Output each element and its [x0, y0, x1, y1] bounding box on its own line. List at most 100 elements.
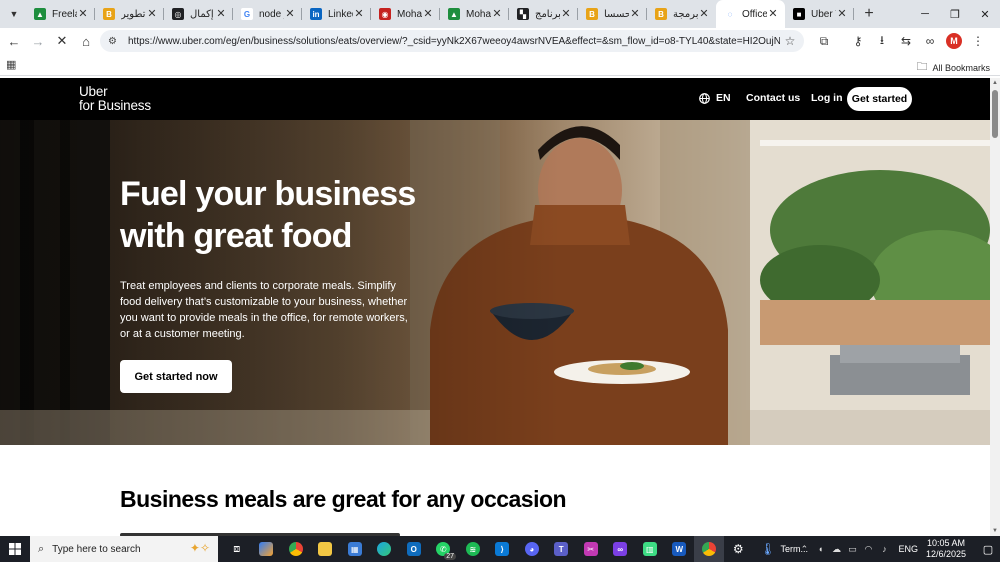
- snipping-tool-icon[interactable]: ✂: [576, 536, 606, 562]
- browser-tab[interactable]: ▚ برنامج ✕: [509, 0, 578, 28]
- chrome-icon[interactable]: [281, 536, 311, 562]
- browser-tab[interactable]: B تطوير ✕: [95, 0, 164, 28]
- scroll-up-arrow-icon[interactable]: ▲: [992, 80, 998, 86]
- home-icon[interactable]: ⌂: [74, 29, 98, 53]
- scroll-down-arrow-icon[interactable]: ▼: [992, 528, 998, 534]
- all-bookmarks-button[interactable]: 🗀 All Bookmarks: [916, 58, 990, 77]
- openai-icon: ◎: [172, 8, 184, 20]
- browser-tab[interactable]: in Linked✕: [302, 0, 371, 28]
- chrome-icon-active[interactable]: [694, 536, 724, 562]
- browser-tab[interactable]: ▲ Freela✕: [26, 0, 95, 28]
- copilot-icon[interactable]: [252, 536, 282, 562]
- tab-close-icon[interactable]: ✕: [284, 8, 296, 20]
- onedrive-cloud-icon[interactable]: ☁: [828, 536, 844, 562]
- input-language-indicator[interactable]: ENG: [898, 544, 918, 554]
- spotify-icon[interactable]: ≋: [458, 536, 488, 562]
- browser-tab[interactable]: B حسسا ✕: [578, 0, 647, 28]
- tab-close-icon[interactable]: ✕: [422, 8, 434, 20]
- tab-close-icon[interactable]: ✕: [767, 8, 779, 20]
- tab-close-icon[interactable]: ✕: [215, 8, 227, 20]
- site-info-icon[interactable]: ⚙: [108, 36, 122, 47]
- browser-tab[interactable]: ◌ Office ✕: [716, 0, 785, 28]
- tab-close-icon[interactable]: ✕: [836, 8, 848, 20]
- close-window-icon[interactable]: ✕: [970, 0, 1000, 28]
- log-in-link[interactable]: Log in: [811, 92, 843, 104]
- more-menu-icon[interactable]: ⋮: [966, 29, 990, 53]
- taskbar-search-placeholder: Type here to search: [52, 543, 141, 555]
- hero-heading: Fuel your business with great food: [120, 175, 416, 255]
- show-hidden-icons-chevron-icon[interactable]: ⌃: [796, 536, 812, 562]
- volume-icon[interactable]: ◖: [812, 536, 828, 562]
- battery-icon[interactable]: ▭: [844, 536, 860, 562]
- minimize-icon[interactable]: ─: [910, 0, 940, 28]
- tab-title: إكمال: [190, 8, 214, 20]
- get-started-now-button[interactable]: Get started now: [120, 360, 232, 393]
- translate-icon[interactable]: ⇆: [894, 29, 918, 53]
- uber-for-business-logo[interactable]: Uber for Business: [79, 85, 151, 113]
- tab-close-icon[interactable]: ✕: [560, 8, 572, 20]
- tab-close-icon[interactable]: ✕: [698, 8, 710, 20]
- word-icon[interactable]: W: [665, 536, 695, 562]
- tab-title: Mohar: [466, 8, 491, 20]
- contact-us-link[interactable]: Contact us: [746, 92, 800, 104]
- speaker-icon[interactable]: ♪: [876, 536, 892, 562]
- scroll-thumb[interactable]: [992, 90, 998, 138]
- extensions-puzzle-icon[interactable]: ⧉: [812, 29, 836, 53]
- password-key-icon[interactable]: ⚷: [846, 29, 870, 53]
- tab-close-icon[interactable]: ✕: [77, 8, 89, 20]
- stop-loading-icon[interactable]: ✕: [50, 29, 74, 53]
- temperature-icon[interactable]: 🌡: [753, 536, 783, 562]
- apps-grid-icon[interactable]: ▦: [6, 59, 18, 71]
- vscode-icon[interactable]: ⟩: [488, 536, 518, 562]
- discord-icon[interactable]: ◕: [517, 536, 547, 562]
- tab-close-icon[interactable]: ✕: [146, 8, 158, 20]
- download-icon[interactable]: ⭳: [870, 29, 894, 53]
- tab-close-icon[interactable]: ✕: [353, 8, 365, 20]
- tab-title: Linked: [328, 8, 353, 20]
- folder-icon: 🗀: [916, 61, 928, 73]
- language-selector[interactable]: EN: [699, 92, 731, 104]
- link-icon[interactable]: ∞: [918, 29, 942, 53]
- taskbar-search-box[interactable]: ⌕ Type here to search ✦✧: [30, 536, 218, 562]
- back-arrow-icon[interactable]: ←: [2, 29, 26, 53]
- tab-search-chevron-icon[interactable]: ▼: [2, 2, 26, 26]
- whatsapp-icon[interactable]: ✆ 27: [429, 536, 459, 562]
- profile-button[interactable]: M: [942, 29, 966, 53]
- new-tab-plus-icon[interactable]: +: [858, 3, 880, 25]
- settings-gear-icon[interactable]: ⚙: [724, 536, 754, 562]
- visual-studio-icon[interactable]: ∞: [606, 536, 636, 562]
- bookmarks-bar: ▦ 🗀 All Bookmarks: [0, 54, 1000, 76]
- language-label: EN: [716, 92, 731, 104]
- browser-tab[interactable]: ◉ Mohar✕: [371, 0, 440, 28]
- task-view-icon[interactable]: ⧈: [222, 536, 252, 562]
- tab-close-icon[interactable]: ✕: [491, 8, 503, 20]
- edge-icon[interactable]: [370, 536, 400, 562]
- browser-tab[interactable]: ▲ Mohar✕: [440, 0, 509, 28]
- microsoft-store-icon[interactable]: ▦: [340, 536, 370, 562]
- outlook-icon[interactable]: O: [399, 536, 429, 562]
- mohar-app-icon: ◉: [379, 8, 391, 20]
- bookmark-star-icon[interactable]: ☆: [780, 34, 800, 48]
- window-controls: ─ ❐ ✕: [910, 0, 1000, 28]
- notification-center-icon[interactable]: ▢: [976, 536, 1000, 562]
- tab-title: برمجة: [673, 8, 698, 20]
- restore-icon[interactable]: ❐: [940, 0, 970, 28]
- google-icon: G: [241, 8, 253, 20]
- address-bar[interactable]: ⚙ https://www.uber.com/eg/en/business/so…: [100, 30, 804, 52]
- section-heading: Business meals are great for any occasio…: [120, 486, 567, 512]
- browser-tab[interactable]: ■ Uber V✕: [785, 0, 854, 28]
- android-studio-icon[interactable]: ▥: [635, 536, 665, 562]
- forward-arrow-icon[interactable]: →: [26, 29, 50, 53]
- browser-tab[interactable]: B برمجة ✕: [647, 0, 716, 28]
- browser-tab[interactable]: Gnode j ✕: [233, 0, 302, 28]
- page-scrollbar[interactable]: ▲ ▼: [990, 78, 1000, 536]
- windows-start-button[interactable]: [0, 536, 30, 562]
- get-started-button[interactable]: Get started: [847, 87, 912, 111]
- system-clock[interactable]: 10:05 AM 12/6/2025: [926, 538, 966, 560]
- teams-icon[interactable]: T: [547, 536, 577, 562]
- file-explorer-icon[interactable]: [311, 536, 341, 562]
- wifi-icon[interactable]: ◠: [860, 536, 876, 562]
- url-text[interactable]: https://www.uber.com/eg/en/business/solu…: [128, 36, 780, 47]
- tab-close-icon[interactable]: ✕: [629, 8, 641, 20]
- browser-tab[interactable]: ◎ إكمال ✕: [164, 0, 233, 28]
